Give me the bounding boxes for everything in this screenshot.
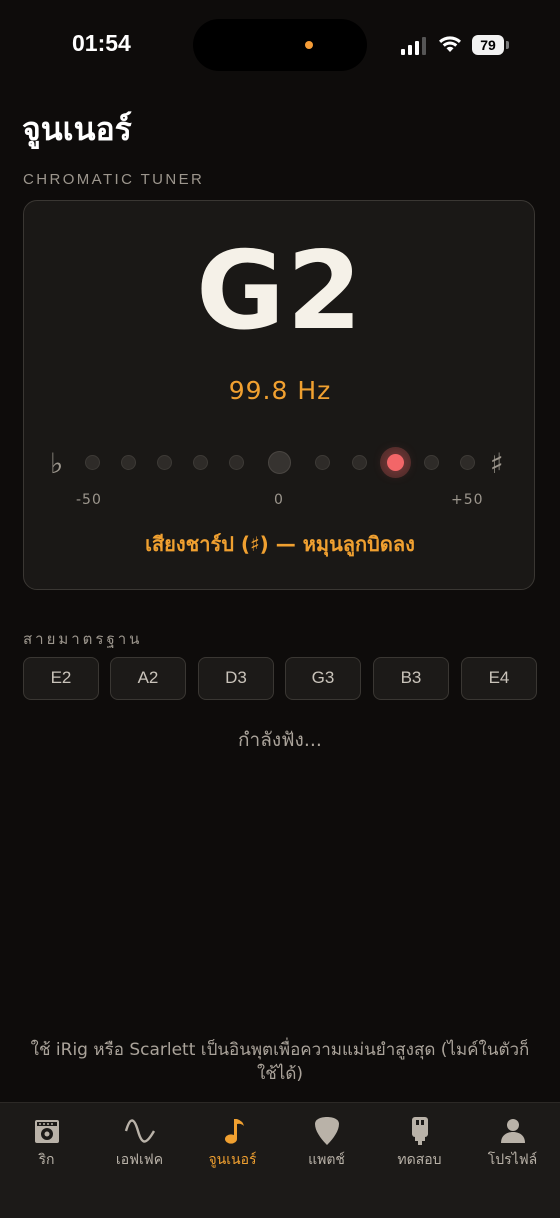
battery-indicator: 79 — [472, 35, 504, 55]
cents-dot — [424, 455, 439, 470]
scale-mid-label: 0 — [274, 492, 284, 508]
string-button-e4[interactable]: E4 — [461, 657, 537, 700]
tab-label: โปรไฟล์ — [487, 1152, 538, 1168]
tab-tuner[interactable]: จูนเนอร์ — [186, 1103, 279, 1183]
scale-min-label: -50 — [76, 492, 102, 508]
scale-max-label: +50 — [451, 492, 484, 508]
string-button-a2[interactable]: A2 — [110, 657, 186, 700]
dynamic-island — [193, 19, 367, 71]
tab-label: ริก — [38, 1152, 55, 1168]
listening-status: กำลังฟัง... — [238, 729, 322, 751]
cents-dot — [315, 455, 330, 470]
string-button-b3[interactable]: B3 — [373, 657, 449, 700]
page-title: จูนเนอร์ — [22, 110, 132, 148]
mic-indicator-icon — [305, 41, 313, 49]
input-tip: ใช้ iRig หรือ Scarlett เป็นอินพุตเพื่อคว… — [30, 1040, 530, 1084]
cents-dot — [85, 455, 100, 470]
tab-patches[interactable]: แพตช์ — [280, 1103, 373, 1183]
tab-effects[interactable]: เอฟเฟค — [93, 1103, 186, 1183]
pick-icon — [314, 1117, 339, 1145]
string-button-d3[interactable]: D3 — [198, 657, 274, 700]
tab-rig[interactable]: ริก — [0, 1103, 93, 1183]
detected-frequency: 99.8 Hz — [228, 376, 332, 405]
status-bar: 01:54 79 — [0, 0, 560, 90]
usb-icon — [411, 1117, 428, 1145]
music-note-icon — [224, 1119, 244, 1144]
tab-label: จูนเนอร์ — [208, 1152, 257, 1168]
cents-dot — [157, 455, 172, 470]
detected-note: G2 — [196, 229, 364, 354]
wifi-icon — [439, 36, 461, 52]
status-time: 01:54 — [72, 30, 131, 56]
tab-label: แพตช์ — [308, 1152, 345, 1168]
tuning-hint: เสียงชาร์ป (♯) — หมุนลูกบิดลง — [145, 532, 415, 556]
cents-dot — [460, 455, 475, 470]
wave-icon — [124, 1119, 155, 1143]
tab-bar: ริก เอฟเฟค จูนเนอร์ แพตช์ ทดสอบ โปรไฟล์ — [0, 1102, 560, 1218]
cents-dot — [193, 455, 208, 470]
cents-dot — [352, 455, 367, 470]
sharp-icon: ♯ — [490, 447, 504, 480]
standard-strings-label: สายมาตรฐาน — [23, 630, 143, 648]
profile-icon — [500, 1119, 525, 1143]
tab-test[interactable]: ทดสอบ — [373, 1103, 466, 1183]
string-button-e2[interactable]: E2 — [23, 657, 99, 700]
string-buttons: E2 A2 D3 G3 B3 E4 — [23, 657, 537, 700]
cents-indicator — [387, 454, 404, 471]
flat-icon: ♭ — [50, 447, 64, 480]
string-button-g3[interactable]: G3 — [285, 657, 361, 700]
tab-profile[interactable]: โปรไฟล์ — [466, 1103, 559, 1183]
cents-dot — [121, 455, 136, 470]
tab-label: เอฟเฟค — [115, 1152, 164, 1168]
tab-label: ทดสอบ — [397, 1152, 442, 1168]
cents-center-dot — [268, 451, 291, 474]
battery-tip — [506, 41, 509, 49]
signal-icon — [401, 37, 429, 55]
section-label: CHROMATIC TUNER — [23, 171, 205, 188]
cents-dot — [229, 455, 244, 470]
amp-icon — [34, 1120, 59, 1143]
